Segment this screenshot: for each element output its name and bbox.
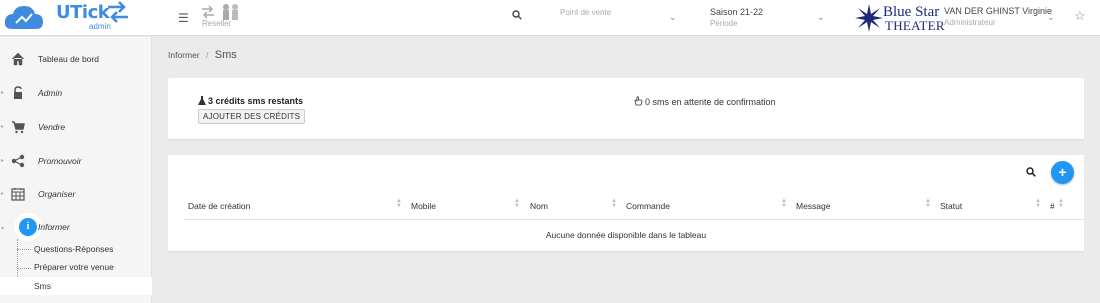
sidebar-item-informer[interactable]: Informer: [0, 213, 152, 241]
sidebar-item-label: Tableau de bord: [38, 54, 99, 64]
share-icon: [11, 154, 25, 168]
favorite-star-icon[interactable]: ☆: [1074, 8, 1086, 24]
sidebar-subitem-label: Sms: [34, 281, 51, 291]
season-value: Saison 21-22: [710, 7, 764, 17]
sidebar-item-label: Vendre: [38, 122, 66, 132]
user-chevron-down-icon[interactable]: ⌄: [1047, 12, 1055, 23]
user-name: VAN DER GHINST Virginie: [944, 6, 1053, 16]
column-header-message[interactable]: Message: [796, 201, 831, 211]
sidebar-item-label: Informer: [38, 222, 70, 232]
season-select[interactable]: Saison 21-22 Période: [710, 7, 763, 28]
table-search-icon[interactable]: [1026, 167, 1036, 177]
sort-icon[interactable]: ▲ ▼: [1058, 198, 1064, 209]
breadcrumb-current: Sms: [214, 49, 237, 61]
add-sms-button[interactable]: +: [1051, 161, 1074, 184]
menu-toggle-icon[interactable]: ☰: [178, 11, 189, 25]
sort-icon[interactable]: ▲ ▼: [514, 198, 520, 209]
sidebar-item-promouvoir[interactable]: ▸ Promouvoir: [0, 147, 152, 175]
top-bar: UTick admin ☰ Reseller Point de vente ⌄ …: [0, 0, 1100, 36]
column-header-commande[interactable]: Commande: [626, 201, 670, 211]
breadcrumb: Informer / Sms: [168, 49, 237, 61]
season-chevron-down-icon[interactable]: ⌄: [817, 12, 825, 23]
user-menu[interactable]: VAN DER GHINST Virginie Administrateur: [944, 6, 1052, 27]
sort-icon[interactable]: ▲ ▼: [396, 198, 402, 209]
sidebar-subitem-label: Questions-Réponses: [34, 244, 114, 254]
credits-remaining: 3 crédits sms restants: [198, 96, 303, 106]
sidebar-subitem-questions-reponses[interactable]: Questions-Réponses: [0, 240, 152, 258]
expand-arrow-icon: ▸: [1, 90, 5, 96]
sidebar-item-label: Organiser: [38, 189, 76, 199]
logo-subtitle: admin: [89, 22, 111, 31]
column-header-nom[interactable]: Nom: [530, 201, 548, 211]
sort-icon[interactable]: ▲ ▼: [925, 198, 931, 209]
credits-text: 3 crédits sms restants: [208, 96, 304, 106]
sort-icon[interactable]: ▲ ▼: [1035, 198, 1041, 209]
breadcrumb-parent[interactable]: Informer: [168, 50, 200, 60]
calendar-icon: [11, 188, 25, 201]
reseller-switch[interactable]: Reseller: [200, 2, 244, 34]
reseller-label: Reseller: [202, 19, 232, 28]
point-de-vente-select[interactable]: Point de vente: [560, 8, 611, 17]
sidebar-item-label: Promouvoir: [38, 156, 82, 166]
theater-name-line2: THEATER: [885, 18, 945, 33]
sort-icon[interactable]: ▲ ▼: [611, 198, 617, 209]
table-empty-message: Aucune donnée disponible dans le tableau: [545, 230, 707, 240]
sidebar-subitem-preparer-venue[interactable]: Préparer votre venue: [0, 258, 152, 276]
pending-text: 0 sms en attente de confirmation: [645, 97, 776, 107]
sidebar-subitem-label: Préparer votre venue: [34, 262, 114, 272]
star-burst-icon: [855, 4, 883, 32]
cloud-logo-icon: [4, 6, 43, 29]
cart-icon: [12, 121, 25, 134]
season-label: Période: [710, 19, 738, 28]
column-header-actions[interactable]: #: [1050, 201, 1055, 211]
sms-credits-card: 3 crédits sms restants AJOUTER DES CRÉDI…: [168, 78, 1084, 139]
table-header: Date de création ▲ ▼ Mobile ▲ ▼ Nom ▲ ▼ Com…: [184, 193, 1084, 220]
sms-table-card: + Date de création ▲ ▼ Mobile ▲ ▼ Nom ▲ ▼ C…: [168, 155, 1084, 251]
unlock-icon: [14, 86, 22, 99]
column-header-date[interactable]: Date de création: [188, 201, 250, 211]
hand-icon: [634, 96, 643, 106]
expand-arrow-icon: ▸: [1, 191, 5, 197]
logo-title: UTick: [56, 2, 110, 23]
flask-icon: [198, 96, 206, 105]
column-header-statut[interactable]: Statut: [940, 201, 962, 211]
breadcrumb-separator: /: [206, 50, 209, 60]
sidebar-item-admin[interactable]: ▸ Admin: [0, 79, 152, 107]
sidebar-item-vendre[interactable]: ▸ Vendre: [0, 113, 152, 141]
sidebar: Tableau de bord ▸ Admin ▸ Vendre ▸ Promo…: [0, 37, 152, 303]
utick-logo[interactable]: UTick admin: [0, 0, 140, 36]
sort-icon[interactable]: ▲ ▼: [781, 198, 787, 209]
add-credits-button[interactable]: AJOUTER DES CRÉDITS: [198, 109, 306, 124]
pending-sms: 0 sms en attente de confirmation: [634, 96, 776, 107]
search-icon[interactable]: [512, 10, 522, 20]
home-icon: [11, 52, 25, 66]
sidebar-item-dashboard[interactable]: Tableau de bord: [0, 45, 152, 73]
point-de-vente-chevron-down-icon[interactable]: ⌄: [669, 12, 677, 23]
expand-arrow-icon: ▸: [1, 158, 5, 164]
sidebar-subitem-sms[interactable]: Sms: [0, 277, 152, 295]
user-role: Administrateur: [944, 18, 996, 27]
theater-logo: Blue Star THEATER: [855, 3, 945, 33]
arrows-logo-icon: [108, 1, 128, 23]
column-header-mobile[interactable]: Mobile: [411, 201, 436, 211]
sidebar-item-label: Admin: [38, 88, 63, 98]
sidebar-item-organiser[interactable]: ▸ Organiser: [0, 180, 152, 208]
expand-arrow-icon: ▸: [1, 124, 5, 130]
